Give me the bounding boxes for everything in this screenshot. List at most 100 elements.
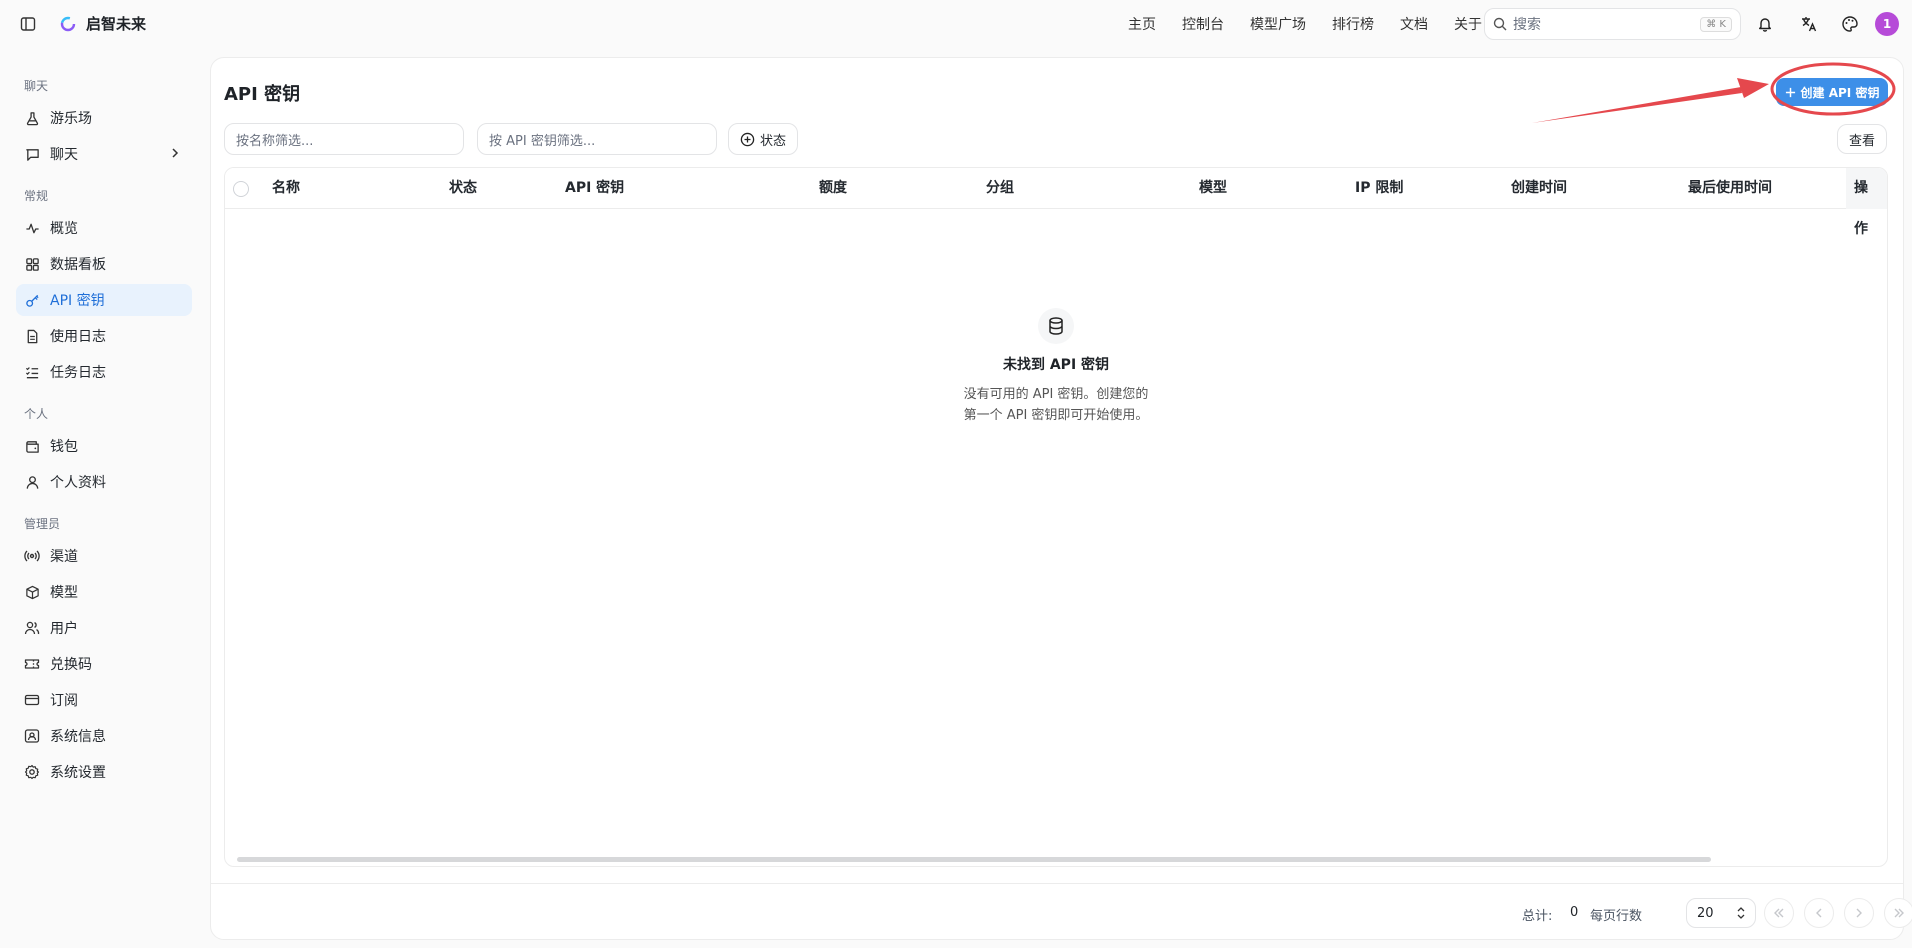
sidebar-item-label: 聊天 <box>50 147 78 163</box>
logo-icon <box>60 16 76 31</box>
last-page-button[interactable] <box>1884 898 1912 928</box>
column-model[interactable]: 模型 <box>1199 168 1227 209</box>
filter-name-input[interactable]: 按名称筛选... <box>224 123 464 155</box>
select-all-checkbox[interactable] <box>233 181 249 197</box>
sidebar-item-label: 使用日志 <box>50 329 106 345</box>
filter-name-placeholder: 按名称筛选... <box>236 133 314 149</box>
sidebar-item-overview[interactable]: 概览 <box>16 212 192 244</box>
sidebar-section-general: 常规 <box>24 189 49 203</box>
api-keys-table: 名称 状态 API 密钥 额度 分组 模型 IP 限制 创建时间 最后使用时间 … <box>224 167 1888 867</box>
empty-state-line-1: 没有可用的 API 密钥。创建您的 <box>963 387 1149 402</box>
ticket-icon <box>24 656 40 672</box>
search-shortcut: ⌘ K <box>1700 16 1732 32</box>
empty-state-description: 没有可用的 API 密钥。创建您的 第一个 API 密钥即可开始使用。 <box>946 384 1166 426</box>
sidebar-item-redeem-codes[interactable]: 兑换码 <box>16 648 192 680</box>
status-filter-label: 状态 <box>759 133 786 149</box>
sidebar-item-label: 个人资料 <box>50 475 106 491</box>
sidebar-item-task-logs[interactable]: 任务日志 <box>16 356 192 388</box>
top-bar: 启智未来 主页 控制台 模型广场 排行榜 文档 关于 搜索 ⌘ K 1 <box>0 0 1912 48</box>
column-last-used-time[interactable]: 最后使用时间 <box>1688 168 1772 209</box>
total-label: 总计: <box>1522 909 1553 924</box>
users-icon <box>24 620 40 636</box>
sidebar-item-system-settings[interactable]: 系统设置 <box>16 756 192 788</box>
topnav-ranking[interactable]: 排行榜 <box>1332 14 1374 34</box>
horizontal-scrollbar[interactable] <box>237 857 1711 862</box>
column-ip-limit[interactable]: IP 限制 <box>1355 168 1403 209</box>
sidebar-item-label: 兑换码 <box>50 657 92 673</box>
previous-page-button[interactable] <box>1804 898 1834 928</box>
card-icon <box>24 692 40 708</box>
palette-icon[interactable] <box>1838 12 1862 36</box>
sidebar-item-playground[interactable]: 游乐场 <box>16 102 192 134</box>
search-input[interactable]: 搜索 ⌘ K <box>1484 8 1741 40</box>
column-actions: 操作 <box>1846 168 1887 237</box>
sidebar-item-label: 钱包 <box>50 439 78 455</box>
plus-icon <box>1785 87 1795 97</box>
topnav-about[interactable]: 关于 <box>1454 14 1482 34</box>
sidebar-item-system-info[interactable]: 系统信息 <box>16 720 192 752</box>
rows-per-page-select[interactable]: 20 <box>1686 898 1756 928</box>
chevrons-right-icon <box>1894 908 1904 918</box>
create-api-key-label: 创建 API 密钥 <box>1800 85 1880 100</box>
translate-icon[interactable] <box>1797 12 1821 36</box>
sidebar-section-personal: 个人 <box>24 407 49 421</box>
view-options-button[interactable]: 查看 <box>1837 124 1887 154</box>
file-text-icon <box>24 328 40 344</box>
sidebar-item-label: 渠道 <box>50 549 78 565</box>
box-icon <box>24 584 40 600</box>
sidebar-item-label: 系统设置 <box>50 765 106 781</box>
create-api-key-button[interactable]: 创建 API 密钥 <box>1776 78 1888 106</box>
brand-name: 启智未来 <box>86 15 147 33</box>
sidebar-item-users[interactable]: 用户 <box>16 612 192 644</box>
topnav-home[interactable]: 主页 <box>1128 14 1156 34</box>
sidebar-item-label: 数据看板 <box>50 257 106 273</box>
search-placeholder: 搜索 <box>1513 17 1541 33</box>
first-page-button[interactable] <box>1764 898 1794 928</box>
sidebar-item-subscriptions[interactable]: 订阅 <box>16 684 192 716</box>
next-page-button[interactable] <box>1844 898 1874 928</box>
sidebar-item-models[interactable]: 模型 <box>16 576 192 608</box>
sidebar-item-label: 概览 <box>50 221 78 237</box>
sidebar-section-admin: 管理员 <box>24 517 61 531</box>
dashboard-icon <box>24 256 40 272</box>
filter-key-input[interactable]: 按 API 密钥筛选... <box>477 123 717 155</box>
sidebar-item-label: 模型 <box>50 585 78 601</box>
top-nav: 主页 控制台 模型广场 排行榜 文档 关于 <box>1128 0 1482 48</box>
column-api-key[interactable]: API 密钥 <box>565 168 624 209</box>
sidebar: 聊天 游乐场 聊天 常规 概览 数据看板 API 密钥 使用日志 任务日志 个人… <box>0 56 208 792</box>
sidebar-item-usage-logs[interactable]: 使用日志 <box>16 320 192 352</box>
total-value: 0 <box>1570 905 1579 920</box>
column-quota[interactable]: 额度 <box>819 168 847 209</box>
sidebar-item-wallet[interactable]: 钱包 <box>16 430 192 462</box>
sidebar-item-chat[interactable]: 聊天 <box>16 138 192 170</box>
brand[interactable]: 启智未来 <box>60 13 146 34</box>
sidebar-item-api-keys[interactable]: API 密钥 <box>16 284 192 316</box>
sidebar-toggle-icon[interactable] <box>18 14 38 34</box>
topnav-models[interactable]: 模型广场 <box>1250 14 1306 34</box>
wallet-icon <box>24 438 40 454</box>
topnav-docs[interactable]: 文档 <box>1400 14 1428 34</box>
key-icon <box>24 292 40 308</box>
column-name[interactable]: 名称 <box>272 168 300 209</box>
search-icon <box>1493 17 1507 31</box>
column-status[interactable]: 状态 <box>449 168 477 209</box>
status-filter-button[interactable]: 状态 <box>728 123 798 155</box>
sidebar-item-label: 游乐场 <box>50 111 92 127</box>
message-icon <box>24 146 40 162</box>
activity-icon <box>24 220 40 236</box>
bell-icon[interactable] <box>1753 12 1777 36</box>
sidebar-item-dashboard[interactable]: 数据看板 <box>16 248 192 280</box>
list-checks-icon <box>24 364 40 380</box>
pagination-bar: 总计: 0 每页行数 20 <box>211 883 1912 941</box>
sidebar-item-profile[interactable]: 个人资料 <box>16 466 192 498</box>
avatar[interactable]: 1 <box>1875 12 1899 36</box>
sidebar-item-channels[interactable]: 渠道 <box>16 540 192 572</box>
column-group[interactable]: 分组 <box>986 168 1014 209</box>
database-icon <box>1038 308 1074 344</box>
chevron-right-icon <box>1856 908 1862 918</box>
rows-per-page-value: 20 <box>1697 905 1714 921</box>
radio-icon <box>24 548 40 564</box>
page-title: API 密钥 <box>224 84 301 105</box>
column-created-time[interactable]: 创建时间 <box>1511 168 1567 209</box>
topnav-console[interactable]: 控制台 <box>1182 14 1224 34</box>
